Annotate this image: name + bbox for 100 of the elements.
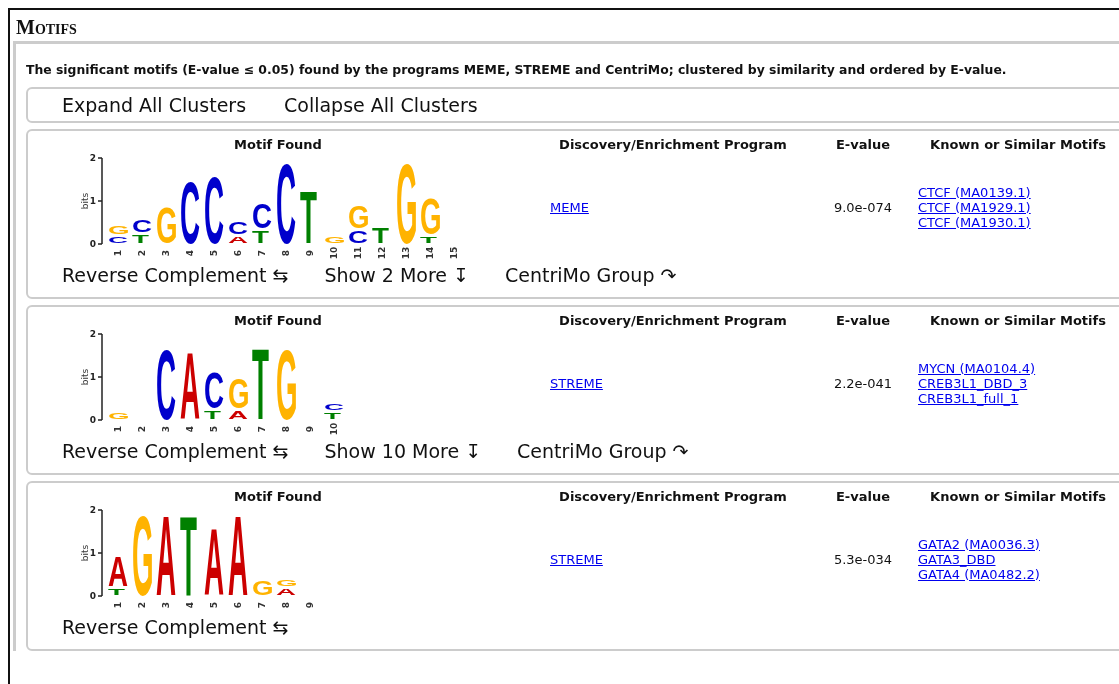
position-label: 10 — [329, 246, 339, 260]
position-label: 4 — [185, 601, 195, 609]
logo-letter: G — [395, 160, 417, 244]
logo-letter: A — [107, 553, 129, 587]
logo-letter: C — [203, 173, 225, 244]
position-label: 6 — [233, 601, 243, 609]
column-header: E-value — [834, 489, 892, 504]
axis-tick-label: 1 — [89, 196, 96, 206]
logo-letter: C — [131, 218, 153, 233]
motif-action[interactable]: CentriMo Group ↷ — [517, 440, 689, 462]
known-motif-link[interactable]: CREB3L1_full_1 — [918, 390, 1019, 406]
known-motif-link[interactable]: GATA2 (MA0036.3) — [918, 536, 1040, 552]
logo-letter: C — [323, 402, 345, 411]
cluster-control[interactable]: Collapse All Clusters — [284, 94, 478, 116]
logo-letter: A — [179, 349, 201, 420]
logo-letter: G — [227, 375, 249, 409]
known-motif-link[interactable]: CTCF (MA0139.1) — [918, 184, 1031, 200]
position-label: 5 — [209, 601, 219, 609]
position-label: 7 — [257, 249, 267, 257]
evalue: 5.3e-034 — [833, 551, 893, 567]
logo-letter: T — [251, 229, 270, 244]
column-header: E-value — [834, 137, 892, 152]
axis-tick-label: 2 — [89, 505, 96, 515]
position-label: 2 — [137, 601, 147, 609]
logo-letter: G — [275, 347, 297, 420]
position-label: 2 — [137, 249, 147, 257]
column-header: Motif Found — [233, 489, 323, 504]
position-label: 5 — [209, 425, 219, 433]
logo-letter: G — [419, 196, 441, 235]
known-motif-link[interactable]: MYCN (MA0104.4) — [918, 360, 1036, 376]
logo-letter: G — [323, 235, 345, 244]
logo-letter: G — [275, 578, 297, 587]
program-link[interactable]: STREME — [550, 375, 603, 391]
logo-letter: C — [347, 229, 369, 244]
logo-letter: G — [107, 224, 129, 235]
motif-action[interactable]: Reverse Complement ⇆ — [62, 440, 289, 462]
position-label: 9 — [305, 601, 315, 609]
column-header: Motif Found — [233, 137, 323, 152]
logo-letter: T — [131, 233, 150, 244]
logo-letter: C — [179, 179, 201, 244]
position-label: 1 — [113, 601, 123, 609]
logo-letter: A — [227, 512, 249, 596]
logo-letter: T — [179, 512, 198, 596]
axis-tick-label: 2 — [89, 153, 96, 163]
known-motif-link[interactable]: CREB3L1_DBD_3 — [918, 375, 1028, 391]
position-label: 12 — [377, 246, 387, 260]
position-label: 14 — [425, 246, 435, 260]
column-header: Discovery/Enrichment Program — [558, 313, 788, 328]
position-label: 4 — [185, 425, 195, 433]
description: The significant motifs (E-value ≤ 0.05) found by the programs MEME, STREME and CentriMo; clustered by similarity and ordered by E-value. — [26, 62, 1008, 77]
logo-letter: T — [251, 345, 270, 420]
column-header: Known or Similar Motifs — [929, 313, 1107, 328]
position-label: 13 — [401, 246, 411, 260]
logo-letter: C — [275, 160, 297, 244]
position-label: 7 — [257, 601, 267, 609]
column-header: E-value — [834, 313, 892, 328]
logo-letter: T — [323, 411, 342, 420]
known-motif-link[interactable]: GATA3_DBD — [918, 551, 996, 567]
logo-letter: A — [203, 525, 225, 596]
motif-action[interactable]: CentriMo Group ↷ — [505, 264, 677, 286]
logo-letter: G — [347, 203, 369, 229]
position-label: 8 — [281, 601, 291, 609]
position-label: 9 — [305, 249, 315, 257]
axis-label: bits — [80, 192, 90, 210]
axis-tick-label: 1 — [89, 372, 96, 382]
logo-letter: C — [203, 370, 225, 409]
position-label: 11 — [353, 246, 363, 260]
axis-tick-label: 0 — [89, 415, 96, 425]
logo-letter: C — [155, 347, 177, 420]
axis-tick-label: 1 — [89, 548, 96, 558]
logo-letter: G — [155, 205, 177, 244]
program-link[interactable]: MEME — [550, 199, 589, 215]
logo-letter: A — [275, 587, 297, 596]
motif-action[interactable]: Reverse Complement ⇆ — [62, 616, 289, 638]
known-motif-link[interactable]: CTCF (MA1930.1) — [918, 214, 1031, 230]
position-label: 9 — [305, 425, 315, 433]
column-header: Known or Similar Motifs — [929, 489, 1107, 504]
logo-letter: T — [371, 225, 390, 244]
axis-tick-label: 0 — [89, 239, 96, 249]
column-header: Discovery/Enrichment Program — [558, 137, 788, 152]
known-motif-link[interactable]: CTCF (MA1929.1) — [918, 199, 1031, 215]
motif-action[interactable]: Show 10 More ↧ — [324, 440, 482, 462]
position-label: 4 — [185, 249, 195, 257]
logo-letter: T — [419, 235, 438, 244]
logo-letter: T — [299, 188, 318, 244]
logo-letter: C — [107, 235, 129, 244]
position-label: 2 — [137, 425, 147, 433]
program-link[interactable]: STREME — [550, 551, 603, 567]
logo-letter: G — [251, 579, 273, 596]
axis-label: bits — [80, 368, 90, 386]
position-label: 7 — [257, 425, 267, 433]
known-motif-link[interactable]: GATA4 (MA0482.2) — [918, 566, 1040, 582]
logo-letter: C — [227, 220, 249, 235]
motif-action[interactable]: Show 2 More ↧ — [324, 264, 469, 286]
logo-letter: A — [155, 512, 177, 596]
position-label: 3 — [161, 601, 171, 609]
logo-letter: G — [107, 411, 129, 420]
position-label: 3 — [161, 425, 171, 433]
cluster-control[interactable]: Expand All Clusters — [62, 94, 247, 116]
motif-action[interactable]: Reverse Complement ⇆ — [62, 264, 289, 286]
